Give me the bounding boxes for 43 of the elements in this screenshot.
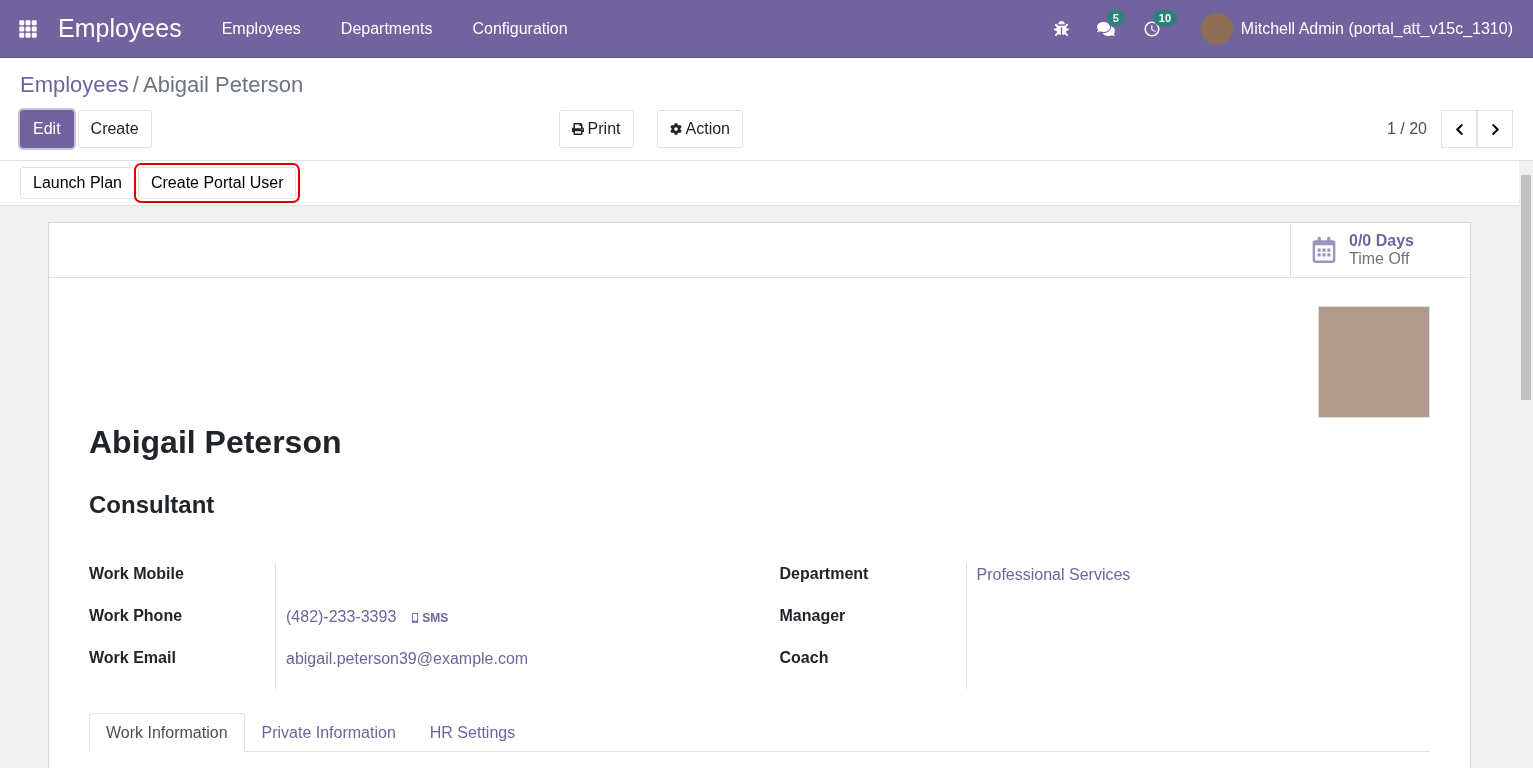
field-link[interactable]: abigail.peterson39@example.com (286, 650, 529, 668)
app-name[interactable]: Employees (58, 14, 182, 43)
field-link[interactable]: Professional Services (976, 566, 1131, 584)
breadcrumb-separator: / (132, 72, 139, 98)
stat-value: 0/0 Days (1349, 232, 1414, 250)
field-label: Coach (779, 647, 967, 689)
printer-icon (571, 123, 584, 135)
action-button[interactable]: Action (656, 110, 743, 148)
edit-button[interactable]: Edit (20, 110, 74, 148)
nav-menu-item[interactable]: Employees (201, 19, 321, 38)
gear-icon (669, 123, 682, 135)
bug-icon[interactable] (1053, 21, 1069, 36)
field-label: Department (779, 563, 967, 605)
next-button[interactable] (1477, 110, 1513, 148)
field-label: Work Mobile (89, 563, 276, 605)
employee-name: Abigail Peterson (89, 424, 343, 461)
nav-menu-item[interactable]: Departments (320, 19, 453, 38)
mobile-icon (410, 613, 421, 623)
activity-count: 10 (1152, 9, 1178, 26)
form-tab[interactable]: Private Information (244, 713, 413, 751)
message-count: 5 (1106, 9, 1125, 26)
calendar-icon (1311, 237, 1337, 263)
print-button[interactable]: Print (558, 110, 634, 148)
form-tab[interactable]: Work Information (89, 713, 245, 752)
header-button[interactable]: Launch Plan (20, 167, 135, 199)
breadcrumb-item[interactable]: Employees (20, 72, 129, 98)
form-tab[interactable]: HR Settings (412, 713, 533, 751)
scrollbar[interactable] (1519, 161, 1533, 768)
nav-menu-item[interactable]: Configuration (452, 19, 588, 38)
chat-icon[interactable] (1096, 19, 1115, 38)
sms-link[interactable]: SMS (410, 611, 449, 625)
record-title: Abigail Peterson (142, 72, 304, 98)
phone-link[interactable]: (482)-233-3393 (286, 608, 397, 626)
job-title: Consultant (89, 491, 216, 519)
field-label: Manager (779, 605, 967, 647)
pager-counter: 1 / 20 (1386, 120, 1427, 138)
apps-menu-icon[interactable] (18, 18, 38, 39)
field-label: Work Email (89, 647, 276, 689)
field-label: Work Phone (89, 605, 276, 647)
stat-label: Time Off (1349, 250, 1411, 268)
previous-button[interactable] (1441, 110, 1477, 148)
user-name[interactable]: Mitchell Admin (portal_att_v15c_1310) (1240, 19, 1513, 38)
create-button[interactable]: Create (77, 110, 152, 148)
